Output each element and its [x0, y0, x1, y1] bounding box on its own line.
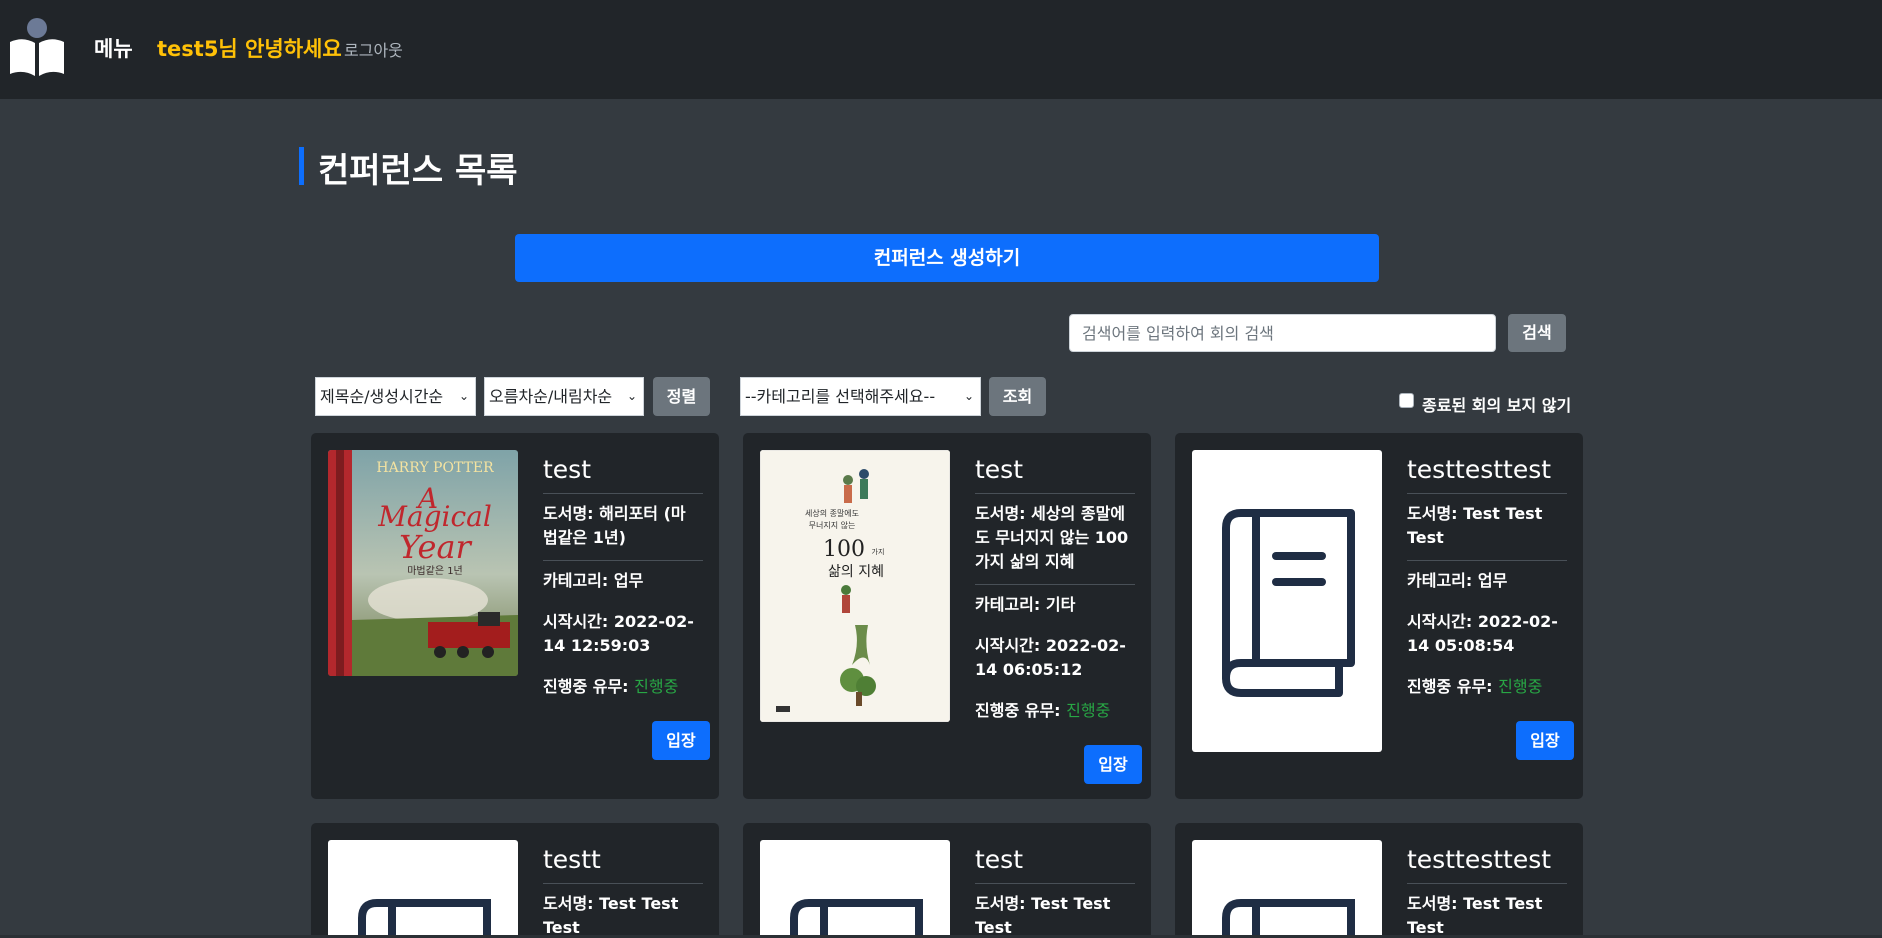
conference-title: test [975, 840, 1135, 884]
conference-card: testtesttest 도서명: Test Test Test [1175, 823, 1583, 938]
page-title: 컨퍼런스 목록 [318, 151, 518, 191]
svg-text:마법같은 1년: 마법같은 1년 [407, 565, 463, 577]
conference-card: testtesttest 도서명: Test Test Test 카테고리: 업무… [1175, 433, 1583, 799]
card-info: testtesttest 도서명: Test Test Test 카테고리: 업무… [1407, 450, 1567, 699]
create-conference-button[interactable]: 컨퍼런스 생성하기 [515, 234, 1379, 282]
card-info: test 도서명: Test Test Test [975, 840, 1135, 938]
svg-text:가지: 가지 [872, 547, 885, 556]
sort-button[interactable]: 정렬 [653, 377, 710, 416]
card-info: testt 도서명: Test Test Test [543, 840, 703, 938]
category-line: 카테고리: 기타 [975, 595, 1076, 614]
sort-field-select[interactable]: 제목순/생성시간순 ⌄ [315, 377, 476, 416]
card-info: test 도서명: 해리포터 (마 법같은 1년) 카테고리: 업무 시작시간: … [543, 450, 703, 699]
book-name: 도서명: 해리포터 (마 법같은 1년) [543, 494, 703, 561]
conference-title: testt [543, 840, 703, 884]
sort-order-select[interactable]: 오름차순/내림차순 ⌄ [484, 377, 644, 416]
start-time-line: 시작시간: 2022-02- 14 12:59:03 [543, 612, 694, 655]
book-icon [790, 899, 923, 938]
book-cover-image [328, 840, 518, 938]
category-select[interactable]: --카테고리를 선택해주세요-- ⌄ [740, 377, 981, 416]
svg-text:100: 100 [823, 537, 865, 562]
hide-ended-label: 종료된 회의 보지 않기 [1422, 396, 1572, 415]
card-info: testtesttest 도서명: Test Test Test [1407, 840, 1567, 938]
book-name: 도서명: Test Test Test [543, 884, 703, 938]
chevron-down-icon: ⌄ [963, 389, 974, 403]
conference-card: testt 도서명: Test Test Test [311, 823, 719, 938]
conference-title: test [543, 450, 703, 494]
book-cover-image: 세상의 종말에도 무너지지 않는 100 가지 삶의 지혜 [760, 450, 950, 722]
book-cover-image [1192, 840, 1382, 938]
status-line: 진행중 유무: 진행중 [1407, 677, 1543, 696]
conference-title: test [975, 450, 1135, 494]
conference-title: testtesttest [1407, 450, 1567, 494]
status-badge: 진행중 [634, 677, 679, 696]
book-icon [1222, 509, 1355, 697]
conference-card: 세상의 종말에도 무너지지 않는 100 가지 삶의 지혜 test 도서명: … [743, 433, 1151, 799]
status-badge: 진행중 [1066, 701, 1111, 720]
status-badge: 진행중 [1498, 677, 1543, 696]
svg-text:무너지지 않는: 무너지지 않는 [809, 520, 856, 530]
book-cover-image [1192, 450, 1382, 752]
category-value: --카테고리를 선택해주세요-- [745, 387, 936, 406]
book-cover-image: HARRY POTTER A Magical Year 마법같은 1년 [328, 450, 518, 676]
start-time-line: 시작시간: 2022-02- 14 05:08:54 [1407, 612, 1558, 655]
book-icon [1222, 899, 1355, 938]
svg-text:HARRY POTTER: HARRY POTTER [376, 460, 494, 476]
logout-link[interactable]: 로그아웃 [344, 37, 403, 61]
svg-text:Year: Year [399, 528, 472, 566]
category-line: 카테고리: 업무 [1407, 571, 1508, 590]
conference-card: HARRY POTTER A Magical Year 마법같은 1년 test… [311, 433, 719, 799]
category-line: 카테고리: 업무 [543, 571, 644, 590]
wisdom-book-cover: 세상의 종말에도 무너지지 않는 100 가지 삶의 지혜 [760, 450, 950, 722]
book-icon [358, 899, 491, 938]
book-name: 도서명: 세상의 종말에 도 무너지지 않는 100 가지 삶의 지혜 [975, 494, 1135, 585]
sort-field-value: 제목순/생성시간순 [320, 387, 444, 406]
book-name: 도서명: Test Test Test [1407, 884, 1567, 938]
menu-link[interactable]: 메뉴 [94, 33, 133, 63]
harry-potter-cover: HARRY POTTER A Magical Year 마법같은 1년 [328, 450, 518, 676]
search-input[interactable] [1069, 314, 1496, 352]
user-greeting: test5님 안녕하세요 [157, 37, 342, 61]
card-info: test 도서명: 세상의 종말에 도 무너지지 않는 100 가지 삶의 지혜 카… [975, 450, 1135, 723]
svg-text:세상의 종말에도: 세상의 종말에도 [805, 508, 859, 518]
book-name: 도서명: Test Test Test [975, 884, 1135, 938]
status-line: 진행중 유무: 진행중 [975, 701, 1111, 720]
start-time-line: 시작시간: 2022-02- 14 06:05:12 [975, 636, 1126, 679]
conference-card: test 도서명: Test Test Test [743, 823, 1151, 938]
status-line: 진행중 유무: 진행중 [543, 677, 679, 696]
hide-ended-checkbox[interactable] [1399, 393, 1414, 408]
book-cover-image [760, 840, 950, 938]
title-accent-bar [299, 147, 304, 185]
enter-button[interactable]: 입장 [1084, 745, 1142, 784]
enter-button[interactable]: 입장 [652, 721, 710, 760]
lookup-button[interactable]: 조회 [989, 377, 1046, 416]
enter-button[interactable]: 입장 [1516, 721, 1574, 760]
svg-text:삶의 지혜: 삶의 지혜 [828, 564, 884, 580]
top-navbar: 메뉴 test5님 안녕하세요 로그아웃 [0, 0, 1882, 99]
book-reader-icon[interactable] [6, 16, 68, 78]
chevron-down-icon: ⌄ [626, 389, 637, 403]
chevron-down-icon: ⌄ [458, 389, 469, 403]
search-button[interactable]: 검색 [1508, 314, 1566, 352]
conference-title: testtesttest [1407, 840, 1567, 884]
book-name: 도서명: Test Test Test [1407, 494, 1567, 561]
sort-order-value: 오름차순/내림차순 [489, 387, 613, 406]
